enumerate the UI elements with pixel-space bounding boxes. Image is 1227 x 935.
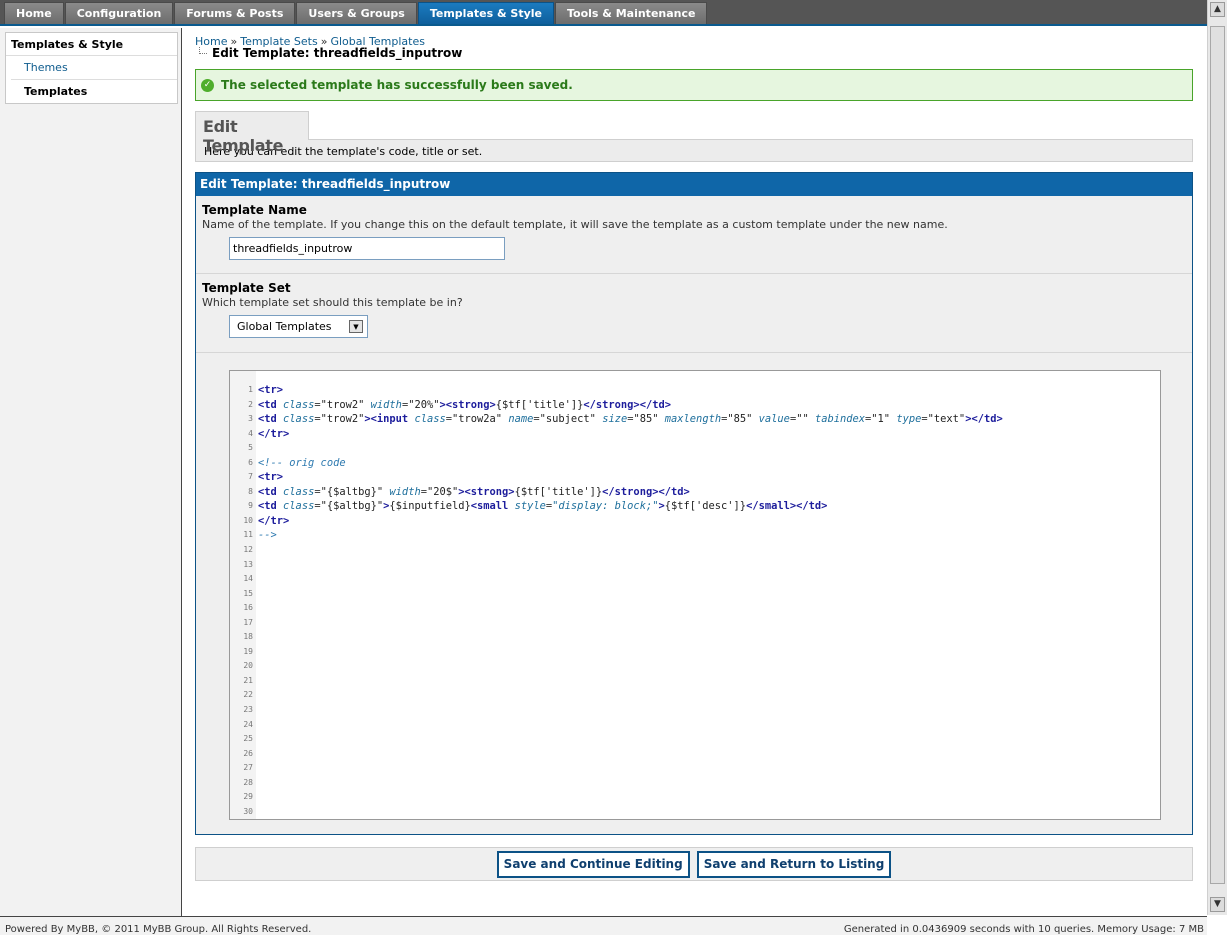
line-number: 12	[243, 545, 253, 555]
code-line: <td class="{$altbg}">{$inputfield}<small…	[258, 500, 828, 513]
line-number: 26	[243, 748, 253, 758]
line-number: 7	[248, 472, 253, 482]
form-title: Edit Template: threadfields_inputrow	[196, 173, 1192, 196]
code-line: -->	[258, 529, 277, 542]
template-name-row: Template Name Name of the template. If y…	[196, 196, 1192, 274]
footer-copyright: Powered By MyBB, © 2011 MyBB Group. All …	[5, 924, 312, 935]
template-name-label: Template Name	[202, 203, 307, 217]
template-name-description: Name of the template. If you change this…	[202, 218, 948, 231]
line-number: 1	[248, 385, 253, 394]
line-number: 14	[243, 574, 253, 584]
page-tab-edit-template: Edit Template	[195, 111, 309, 155]
line-number: 24	[243, 719, 253, 729]
line-number: 3	[248, 414, 253, 424]
line-number: 6	[248, 457, 253, 467]
line-number: 23	[243, 705, 253, 715]
scroll-up-icon[interactable]: ▲	[1210, 2, 1225, 17]
footer: Powered By MyBB, © 2011 MyBB Group. All …	[0, 916, 1207, 935]
code-area[interactable]: <tr> <td class="trow2" width="20%"><stro…	[258, 383, 1003, 543]
line-number: 27	[243, 763, 253, 773]
code-line: <tr>	[258, 471, 284, 484]
vertical-scrollbar[interactable]: ▲ ▼	[1207, 0, 1227, 915]
tab-forums-posts[interactable]: Forums & Posts	[174, 2, 296, 24]
line-number: 2	[248, 399, 253, 409]
tab-templates-style[interactable]: Templates & Style	[417, 2, 554, 24]
code-line: </tr>	[258, 427, 290, 440]
sidebar-menu: Templates & Style Themes Templates	[5, 32, 178, 104]
footer-generation-stats: Generated in 0.0436909 seconds with 10 q…	[843, 924, 1204, 935]
save-return-button[interactable]: Save and Return to Listing	[696, 850, 892, 878]
breadcrumb-current-label: Edit Template: threadfields_inputrow	[212, 46, 463, 60]
sidebar-item-themes[interactable]: Themes	[11, 56, 177, 80]
tree-elbow-icon	[199, 47, 207, 54]
save-continue-button[interactable]: Save and Continue Editing	[496, 850, 690, 878]
line-number: 9	[248, 501, 253, 511]
page-description: Here you can edit the template's code, t…	[195, 139, 1193, 162]
line-number: 22	[243, 690, 253, 700]
line-number: 11	[243, 530, 253, 540]
tab-tools-maintenance[interactable]: Tools & Maintenance	[554, 2, 708, 24]
template-set-label: Template Set	[202, 281, 291, 295]
tab-users-groups[interactable]: Users & Groups	[296, 2, 417, 24]
form-buttons: Save and Continue Editing Save and Retur…	[195, 847, 1193, 881]
template-code-editor[interactable]: 1 2 3 4 5 6 7 8 9 10 11 12 13 14 15 16 17 18 19 20 21 22 23 24 2…	[229, 370, 1161, 820]
line-number: 17	[243, 617, 253, 627]
template-name-input[interactable]	[229, 237, 505, 260]
success-text: The selected template has successfully b…	[221, 78, 573, 92]
line-number: 21	[243, 675, 253, 685]
line-number: 10	[243, 515, 253, 525]
line-number: 5	[248, 443, 253, 453]
template-set-description: Which template set should this template …	[202, 296, 463, 309]
line-number: 19	[243, 646, 253, 656]
line-number: 28	[243, 777, 253, 787]
line-number: 25	[243, 734, 253, 744]
line-number: 18	[243, 632, 253, 642]
code-line: </tr>	[258, 514, 290, 527]
code-line: <td class="trow2"><input class="trow2a" …	[258, 413, 1003, 426]
sidebar-heading: Templates & Style	[6, 33, 177, 56]
tab-configuration[interactable]: Configuration	[64, 2, 174, 24]
line-number: 29	[243, 792, 253, 802]
template-set-row: Template Set Which template set should t…	[196, 274, 1192, 353]
line-number: 8	[248, 486, 253, 496]
tab-home[interactable]: Home	[4, 2, 64, 24]
scroll-down-icon[interactable]: ▼	[1210, 897, 1225, 912]
template-set-value: Global Templates	[237, 320, 332, 333]
line-number: 16	[243, 603, 253, 613]
scrollbar-thumb[interactable]	[1210, 26, 1225, 884]
code-line: <tr>	[258, 384, 284, 396]
chevron-down-icon[interactable]: ▼	[349, 320, 363, 333]
code-line: <!-- orig code	[258, 456, 346, 469]
line-number: 30	[243, 806, 253, 816]
success-message: ✓ The selected template has successfully…	[195, 69, 1193, 101]
line-number: 20	[243, 661, 253, 671]
check-icon: ✓	[201, 78, 214, 92]
template-set-select[interactable]: Global Templates ▼	[229, 315, 368, 338]
edit-template-form: Edit Template: threadfields_inputrow Tem…	[195, 172, 1193, 835]
line-number: 4	[248, 428, 253, 438]
code-line: <td class="trow2" width="20%"><strong>{$…	[258, 398, 671, 411]
sidebar: Templates & Style Themes Templates	[0, 28, 182, 916]
sidebar-item-templates[interactable]: Templates	[11, 80, 177, 103]
breadcrumb-current: Edit Template: threadfields_inputrow	[199, 46, 462, 60]
line-number: 13	[243, 559, 253, 569]
line-number-gutter: 1 2 3 4 5 6 7 8 9 10 11 12 13 14 15 16 17 18 19 20 21 22 23 24 2…	[230, 371, 256, 819]
line-number: 15	[243, 588, 253, 598]
top-navigation: Home Configuration Forums & Posts Users …	[0, 0, 1207, 26]
code-line: <td class="{$altbg}" width="20$"><strong…	[258, 485, 690, 498]
